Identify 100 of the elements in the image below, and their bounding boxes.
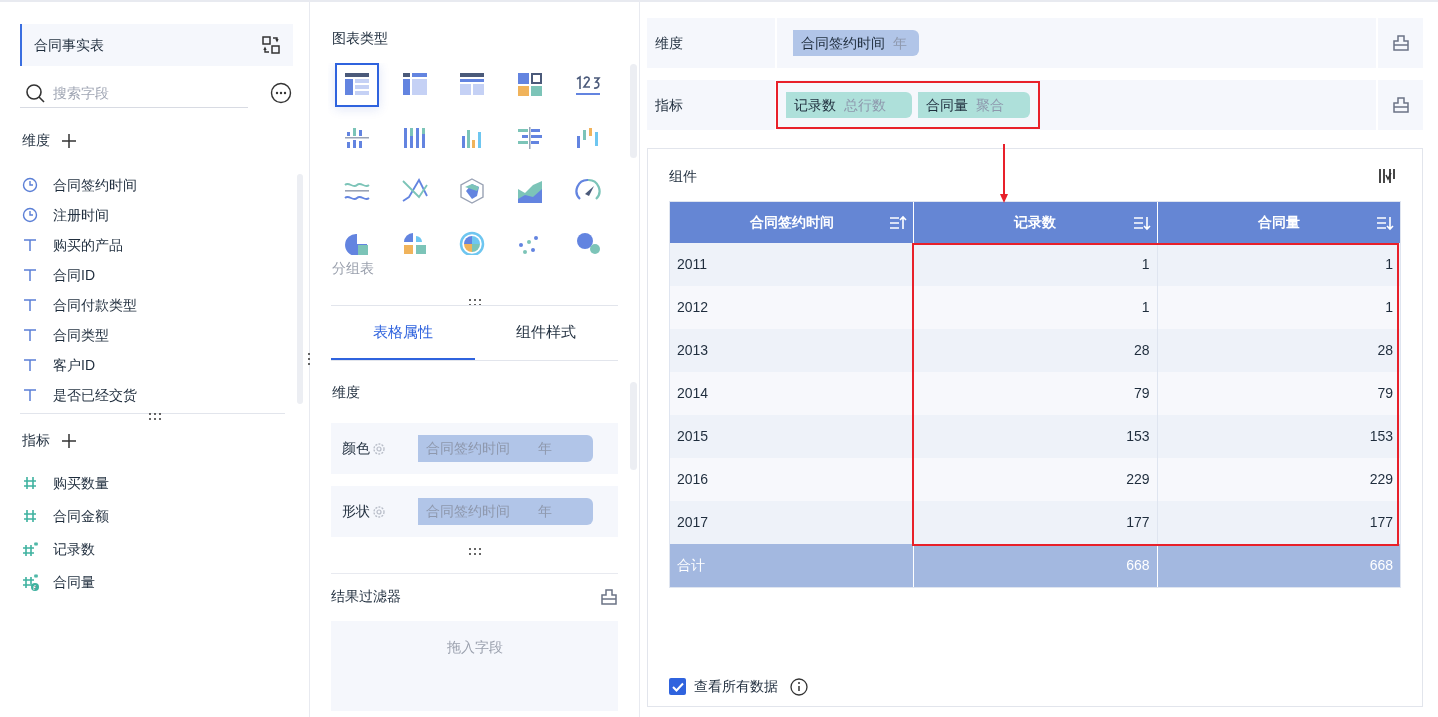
pill-field: 合同签约时间 xyxy=(801,32,885,54)
pill-field: 记录数 xyxy=(794,94,836,116)
table-cell-text: 2015 xyxy=(677,427,709,446)
resize-handle[interactable] xyxy=(148,412,162,421)
shelf-label: 指标 xyxy=(655,95,683,115)
field-pill[interactable]: 合同量 聚合 xyxy=(918,92,1030,118)
property-label: 形状 xyxy=(342,502,370,521)
section-title: 结果过滤器 xyxy=(331,587,401,606)
search-icon xyxy=(25,82,45,103)
chart-type-icon xyxy=(574,230,603,255)
hash-star-icon xyxy=(22,540,39,558)
chart-type-icon xyxy=(516,124,545,152)
sort-icon[interactable] xyxy=(889,214,908,231)
checkbox[interactable] xyxy=(669,678,686,695)
component-title: 组件 xyxy=(669,166,697,186)
more-icon[interactable] xyxy=(270,82,292,104)
table-cell-text: 79 xyxy=(1377,384,1393,403)
table-cell-text: 1 xyxy=(1141,255,1150,274)
table-cell-text: 1 xyxy=(1385,298,1393,317)
info-icon[interactable] xyxy=(790,677,808,696)
column-header[interactable]: 合同签约时间 xyxy=(749,212,834,233)
annotation-arrow xyxy=(999,144,1009,204)
table-cell-text: 2014 xyxy=(677,384,709,403)
field-item[interactable]: 合同金额 xyxy=(53,505,109,527)
property-label: 颜色 xyxy=(342,439,370,458)
shelf-icon[interactable] xyxy=(1391,34,1410,52)
field-item[interactable]: 合同量 xyxy=(53,571,95,593)
total-cell-text: 668 xyxy=(1369,556,1393,575)
field-item[interactable]: 购买的产品 xyxy=(53,234,123,256)
field-item[interactable]: 合同ID xyxy=(53,264,95,286)
chart-settings-icon[interactable] xyxy=(1377,166,1397,186)
text-type-icon xyxy=(22,386,39,404)
table-cell-text: 28 xyxy=(1134,341,1150,360)
field-item[interactable]: 注册时间 xyxy=(53,204,109,226)
shelf-icon[interactable] xyxy=(1391,96,1410,114)
section-title: 维度 xyxy=(22,131,50,150)
table-cell-text: 2013 xyxy=(677,341,709,360)
table-cell-text: 177 xyxy=(1369,513,1393,532)
check-icon xyxy=(671,681,684,692)
pill-unit: 年 xyxy=(538,502,552,521)
pill-detail: 年 xyxy=(893,33,907,53)
resize-handle[interactable] xyxy=(307,352,311,366)
field-item[interactable]: 合同付款类型 xyxy=(53,294,137,316)
table-cell-text: 28 xyxy=(1377,341,1393,360)
sort-icon[interactable] xyxy=(1132,214,1151,231)
chart-type-icon xyxy=(458,177,487,205)
table-cell-text: 2017 xyxy=(677,513,709,532)
table-name: 合同事实表 xyxy=(34,35,104,55)
sort-icon[interactable] xyxy=(1376,214,1394,231)
drop-zone-icon[interactable] xyxy=(600,587,618,606)
clock-icon xyxy=(22,206,39,224)
table-cell-text: 2016 xyxy=(677,470,709,489)
text-type-icon xyxy=(22,266,39,284)
chart-type-button[interactable] xyxy=(334,63,379,107)
table-cell-text: 2011 xyxy=(677,255,708,274)
field-item[interactable]: 客户ID xyxy=(53,354,95,376)
pill-field: 合同量 xyxy=(926,94,968,116)
add-icon[interactable] xyxy=(62,133,76,148)
pill-detail: 聚合 xyxy=(976,95,1004,115)
chart-type-name: 分组表 xyxy=(332,259,375,278)
column-header[interactable]: 合同量 xyxy=(1257,212,1300,233)
table-cell-text: 79 xyxy=(1134,384,1150,403)
column-header[interactable]: 记录数 xyxy=(1014,212,1057,233)
clock-icon xyxy=(22,176,39,194)
table-cell-text: 2012 xyxy=(677,298,709,317)
chart-type-icon xyxy=(400,177,429,205)
section-title: 维度 xyxy=(332,383,361,402)
field-item[interactable]: 记录数 xyxy=(53,538,95,560)
table-cell-text: 1 xyxy=(1141,298,1150,317)
section-title: 指标 xyxy=(22,431,50,450)
field-pill[interactable]: 记录数 总行数 xyxy=(786,92,912,118)
pill-unit: 年 xyxy=(538,439,552,458)
table-selector[interactable]: 合同事实表 xyxy=(20,24,293,66)
tab[interactable]: 组件样式 xyxy=(474,306,618,360)
checkbox-label[interactable]: 查看所有数据 xyxy=(694,676,778,697)
search-field[interactable]: 搜索字段 xyxy=(53,80,233,105)
hash-icon xyxy=(22,507,39,525)
pill-detail: 总行数 xyxy=(844,95,886,115)
hash-formula-icon xyxy=(22,573,39,591)
text-type-icon xyxy=(22,326,39,344)
field-item[interactable]: 购买数量 xyxy=(53,472,109,494)
add-icon[interactable] xyxy=(62,433,76,448)
text-type-icon xyxy=(22,356,39,374)
hash-icon xyxy=(22,474,39,492)
table-cell-text: 153 xyxy=(1126,427,1150,446)
text-type-icon xyxy=(22,236,39,254)
field-item[interactable]: 是否已经交货 xyxy=(53,384,137,406)
shelf-label: 维度 xyxy=(655,33,683,53)
table-cell-text: 229 xyxy=(1369,470,1393,489)
table-cell-text: 177 xyxy=(1126,513,1150,532)
total-cell-text: 668 xyxy=(1126,556,1150,575)
total-cell-text: 合计 xyxy=(677,556,705,575)
tab[interactable]: 表格属性 xyxy=(331,306,475,360)
chart-type-icon xyxy=(516,71,545,99)
table-cell-text: 153 xyxy=(1369,427,1393,446)
switch-icon xyxy=(261,35,281,55)
field-pill[interactable]: 合同签约时间 年 xyxy=(793,30,919,56)
field-item[interactable]: 合同类型 xyxy=(53,324,109,346)
field-item[interactable]: 合同签约时间 xyxy=(53,174,137,196)
text-type-icon xyxy=(22,296,39,314)
